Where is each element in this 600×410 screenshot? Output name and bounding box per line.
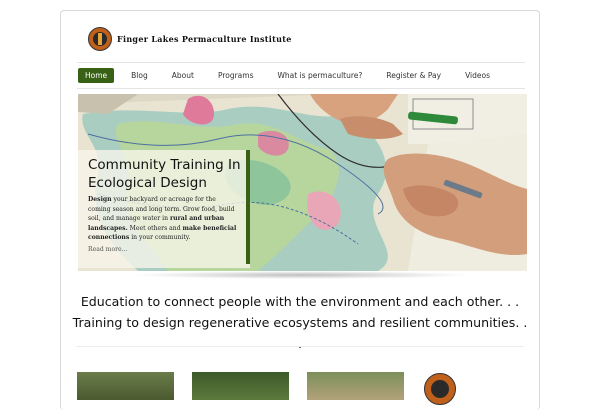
nav-item-blog[interactable]: Blog [124, 68, 155, 83]
hero-slider[interactable]: Community Training In Ecological Design … [78, 94, 527, 271]
nav-item-videos[interactable]: Videos [458, 68, 497, 83]
thumbnail-image[interactable] [307, 372, 404, 400]
thumbnail-image[interactable] [192, 372, 289, 400]
divider [77, 62, 525, 63]
tagline: Education to connect people with the env… [72, 294, 528, 351]
nav-item-programs[interactable]: Programs [211, 68, 261, 83]
hero-title[interactable]: Community Training In Ecological Design [88, 156, 243, 192]
nav-item-register-pay[interactable]: Register & Pay [379, 68, 448, 83]
hero-accent-bar [246, 150, 250, 264]
main-nav: Home Blog About Programs What is permacu… [78, 68, 507, 83]
nav-item-home[interactable]: Home [78, 68, 115, 83]
hero-description: Design your backyard or acreage for the … [88, 196, 237, 241]
divider [77, 88, 525, 89]
site-title[interactable]: Finger Lakes Permaculture Institute [117, 34, 292, 44]
hero-shadow [131, 271, 471, 279]
nav-item-what-is-permaculture[interactable]: What is permaculture? [271, 68, 370, 83]
nav-item-about[interactable]: About [165, 68, 201, 83]
footer-logo-icon[interactable] [424, 373, 456, 405]
divider [76, 346, 524, 347]
read-more-link[interactable]: Read more... [88, 246, 127, 253]
thumbnail-image[interactable] [77, 372, 174, 400]
site-logo-icon[interactable] [88, 27, 112, 51]
